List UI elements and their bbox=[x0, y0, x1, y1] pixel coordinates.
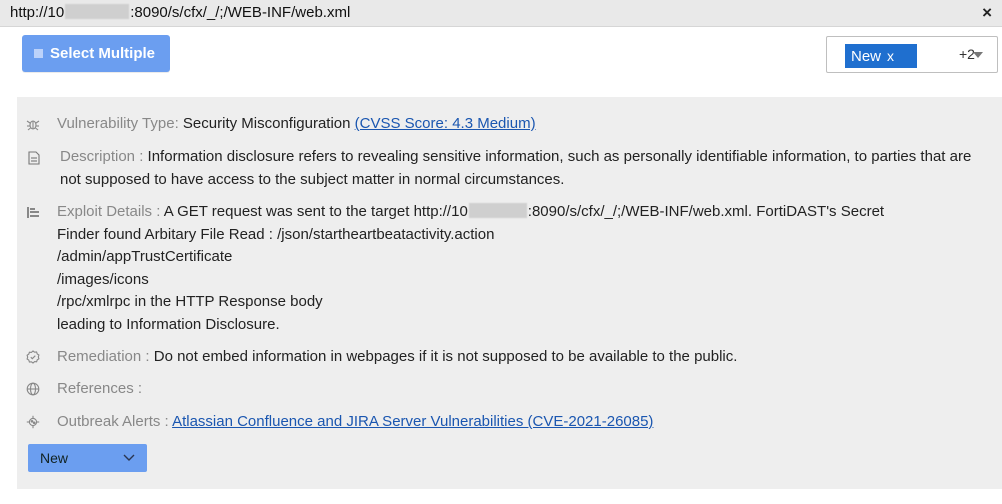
title-bar: http://10 :8090/s/cfx/_/;/WEB-INF/web.xml… bbox=[0, 0, 1002, 27]
redacted-ip bbox=[65, 4, 130, 19]
select-multiple-label: Select Multiple bbox=[50, 45, 156, 62]
outbreak-alerts-text: Outbreak Alerts : Atlassian Confluence a… bbox=[57, 411, 982, 434]
exploit-icon bbox=[26, 205, 40, 219]
url-suffix: :8090/s/cfx/_/;/WEB-INF/web.xml bbox=[130, 4, 351, 21]
vulnerability-details-panel: Vulnerability Type: Security Misconfigur… bbox=[17, 97, 1002, 489]
exploit-line-4: /images/icons bbox=[57, 270, 149, 288]
badge-icon bbox=[26, 350, 40, 364]
close-icon[interactable]: × bbox=[982, 4, 992, 22]
exploit-line-1: Exploit Details : A GET request was sent… bbox=[57, 201, 982, 224]
virus-icon bbox=[26, 415, 40, 429]
remediation-value: Do not embed information in webpages if … bbox=[153, 348, 738, 365]
tag-chip-label: New bbox=[851, 48, 882, 65]
url-prefix: http://10 bbox=[10, 4, 65, 21]
exploit-line-2: Finder found Arbitary File Read : /json/… bbox=[57, 225, 495, 243]
exploit-line-6: leading to Information Disclosure. bbox=[57, 315, 280, 333]
vulnerability-type-label: Vulnerability Type: bbox=[57, 115, 179, 132]
remediation-label: Remediation : bbox=[57, 348, 150, 365]
status-label: New bbox=[40, 450, 69, 466]
tag-chip-remove-icon[interactable]: x bbox=[887, 48, 894, 64]
tag-filter-select[interactable]: New x +2 bbox=[826, 36, 998, 73]
cvss-score-link[interactable]: (CVSS Score: 4.3 Medium) bbox=[355, 115, 536, 132]
description-text: Description : Information disclosure ref… bbox=[60, 146, 982, 191]
document-icon bbox=[27, 151, 41, 165]
chevron-down-icon bbox=[123, 444, 135, 482]
outbreak-alerts-label: Outbreak Alerts : bbox=[57, 413, 169, 430]
status-dropdown-button[interactable]: New bbox=[28, 444, 147, 472]
exploit-line-1-prefix: A GET request was sent to the target htt… bbox=[163, 203, 468, 220]
globe-icon bbox=[26, 382, 40, 396]
outbreak-alert-link[interactable]: Atlassian Confluence and JIRA Server Vul… bbox=[172, 413, 653, 430]
vulnerability-type-value: Security Misconfiguration bbox=[182, 115, 351, 132]
checkbox-square-icon bbox=[34, 49, 43, 58]
exploit-details-label: Exploit Details : bbox=[57, 203, 161, 220]
exploit-details-text: Exploit Details : A GET request was sent… bbox=[57, 201, 982, 336]
description-label: Description : bbox=[60, 148, 144, 165]
select-multiple-button[interactable]: Select Multiple bbox=[22, 35, 170, 72]
vulnerability-type-text: Vulnerability Type: Security Misconfigur… bbox=[57, 113, 982, 136]
bug-icon bbox=[26, 117, 40, 131]
exploit-line-5: /rpc/xmlrpc in the HTTP Response body bbox=[57, 293, 323, 310]
caret-down-icon bbox=[973, 52, 983, 58]
exploit-line-1-suffix: :8090/s/cfx/_/;/WEB-INF/web.xml. FortiDA… bbox=[527, 203, 885, 220]
description-value: Information disclosure refers to reveali… bbox=[60, 148, 972, 188]
redacted-ip bbox=[468, 203, 527, 218]
exploit-line-3: /admin/appTrustCertificate bbox=[57, 248, 233, 265]
page-url: http://10 :8090/s/cfx/_/;/WEB-INF/web.xml bbox=[10, 4, 350, 21]
remediation-text: Remediation : Do not embed information i… bbox=[57, 346, 982, 369]
references-text: References : bbox=[57, 378, 982, 401]
references-label: References : bbox=[57, 380, 143, 397]
tag-chip-new: New x bbox=[845, 44, 917, 68]
